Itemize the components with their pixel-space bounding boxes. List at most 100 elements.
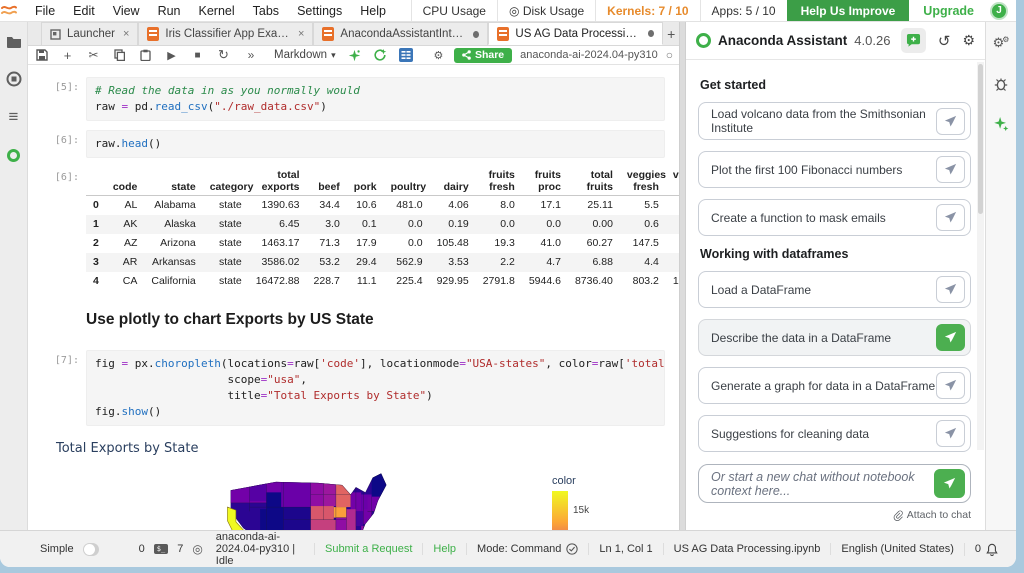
markdown-cell[interactable]: Use plotly to chart Exports by US State [28,301,679,341]
chat-input[interactable]: Or start a new chat without notebook con… [698,464,971,503]
suggested-prompt-card[interactable]: Create a function to mask emails [698,199,971,236]
paste-cells-icon[interactable] [138,48,153,63]
ai-sparkle-icon[interactable] [347,48,362,63]
table-of-contents-icon[interactable]: ≡ [5,107,23,126]
table-cell: 0.0 [500,218,515,231]
attach-to-chat[interactable]: Attach to chat [698,509,971,521]
add-cell-icon[interactable]: + [60,48,75,63]
kernels-quota-indicator[interactable]: Kernels: 7 / 10 [595,0,699,21]
menu-run[interactable]: Run [149,4,190,18]
active-filename[interactable]: US AG Data Processing.ipynb [662,543,831,555]
disk-usage-indicator[interactable]: ◎ Disk Usage [496,0,595,21]
restart-run-all-icon[interactable]: » [242,48,257,63]
running-kernels-icon[interactable] [5,70,23,88]
tab-us-ag-data-processing[interactable]: US AG Data Processing.ipy [488,22,664,45]
send-prompt-button[interactable] [936,420,965,447]
kernel-status-icon[interactable]: ○ [666,48,673,62]
new-chat-button[interactable] [900,28,926,53]
tab-anaconda-assistant-intro[interactable]: AnacondaAssistantIntro.ipy [313,22,489,45]
us-choropleth-map[interactable] [218,469,418,530]
suggested-prompt-card[interactable]: Load a DataFrame [698,271,971,308]
menu-settings[interactable]: Settings [288,4,351,18]
kernel-count[interactable]: 7 [177,543,183,555]
copy-cells-icon[interactable] [112,48,127,63]
upgrade-link[interactable]: Upgrade [909,4,988,18]
suggested-prompt-card[interactable]: Suggestions for cleaning data [698,415,971,452]
tab-launcher[interactable]: Launcher × [41,22,139,45]
code-cell[interactable]: [6]: raw.head() [28,129,679,158]
panel-splitter[interactable] [679,22,686,530]
menu-tabs[interactable]: Tabs [244,4,288,18]
debugger-bug-icon[interactable] [992,74,1010,92]
suggested-prompt-card[interactable]: Generate a graph for data in a DataFrame [698,367,971,404]
menu-view[interactable]: View [104,4,149,18]
new-tab-button[interactable]: + [663,22,679,45]
cpu-usage-indicator[interactable]: CPU Usage [410,0,497,21]
send-prompt-button[interactable] [936,156,965,183]
notebook-settings-gear-icon[interactable]: ⚙ [431,48,446,63]
send-prompt-button[interactable] [936,276,965,303]
prompt-label: Create a function to mask emails [711,210,886,225]
language-indicator[interactable]: English (United States) [830,543,964,555]
send-prompt-button[interactable] [936,204,965,231]
anaconda-toolbox-logo-icon[interactable] [0,4,26,18]
cell-type-dropdown[interactable]: Markdown ▾ [274,49,336,61]
code-editor[interactable]: # Read the data in as you normally would… [86,77,665,121]
chat-send-button[interactable] [934,469,965,498]
help-us-improve-button[interactable]: Help Us Improve [786,0,910,21]
ai-refresh-sparkle-icon[interactable] [373,48,388,63]
suggested-prompt-card[interactable]: Describe the data in a DataFrame [698,319,971,356]
code-editor[interactable]: fig = px.choropleth(locations=raw['code'… [86,349,665,426]
suggested-prompt-card[interactable]: Load volcano data from the Smithsonian I… [698,102,971,140]
table-cell: 19.3 [494,237,515,250]
menu-edit[interactable]: Edit [64,4,104,18]
kernel-name-label[interactable]: anaconda-ai-2024.04-py310 [520,49,658,61]
code-editor[interactable]: raw.head() [86,129,665,158]
submit-request-link[interactable]: Submit a Request [313,543,422,555]
code-cell[interactable]: [5]: # Read the data in as you normally … [28,77,679,121]
tab-iris-classifier[interactable]: Iris Classifier App Example. × [138,22,314,45]
cursor-position[interactable]: Ln 1, Col 1 [588,543,662,555]
code-cell[interactable]: [7]: fig = px.choropleth(locations=raw['… [28,349,679,426]
property-inspector-icon[interactable]: ⚙ ⚙ [992,34,1010,52]
terminal-count[interactable]: 0 [139,543,145,555]
menu-kernel[interactable]: Kernel [190,4,244,18]
user-avatar[interactable]: J [990,1,1008,20]
unsaved-changes-icon[interactable] [473,30,480,38]
assistant-scrollbar[interactable] [977,62,984,450]
anaconda-panel-icon[interactable] [5,146,23,164]
apps-quota-indicator[interactable]: Apps: 5 / 10 [699,0,787,21]
close-tab-icon[interactable]: × [298,28,304,40]
send-prompt-button[interactable] [936,107,965,135]
chat-history-icon[interactable]: ↺ [938,32,951,50]
send-prompt-button[interactable] [936,324,965,351]
table-cell: 1303.5 [672,275,679,288]
assistant-sparkle-tab-icon[interactable] [992,114,1010,132]
execution-prompt: [5]: [54,82,79,93]
notifications-indicator[interactable]: 0 [963,542,1008,556]
unsaved-changes-icon[interactable] [648,30,655,37]
assistant-title: Anaconda Assistant [718,33,848,48]
restart-kernel-icon[interactable]: ↻ [216,47,231,63]
help-link[interactable]: Help [422,543,466,555]
colorbar-title: color [552,474,576,487]
menu-file[interactable]: File [26,4,64,18]
command-mode-indicator[interactable]: Mode: Command [466,543,588,555]
table-cell: 1 [93,218,99,231]
table-column-header [86,166,106,196]
table-cell: 2 [93,237,99,250]
send-prompt-button[interactable] [936,372,965,399]
simple-mode-toggle[interactable] [82,542,99,556]
share-button[interactable]: Share [453,47,513,63]
save-icon[interactable] [34,48,49,63]
stop-kernel-icon[interactable]: ■ [190,48,205,63]
assistant-settings-gear-icon[interactable]: ⚙ [962,32,975,49]
kernel-status-text[interactable]: anaconda-ai-2024.04-py310 | Idle [216,531,305,567]
file-browser-icon[interactable] [5,32,23,50]
data-table-button[interactable] [399,48,414,63]
run-cell-icon[interactable]: ▶ [164,48,179,63]
cut-cells-icon[interactable]: ✂ [86,48,101,63]
menu-help[interactable]: Help [351,4,395,18]
close-tab-icon[interactable]: × [123,28,129,40]
suggested-prompt-card[interactable]: Plot the first 100 Fibonacci numbers [698,151,971,188]
